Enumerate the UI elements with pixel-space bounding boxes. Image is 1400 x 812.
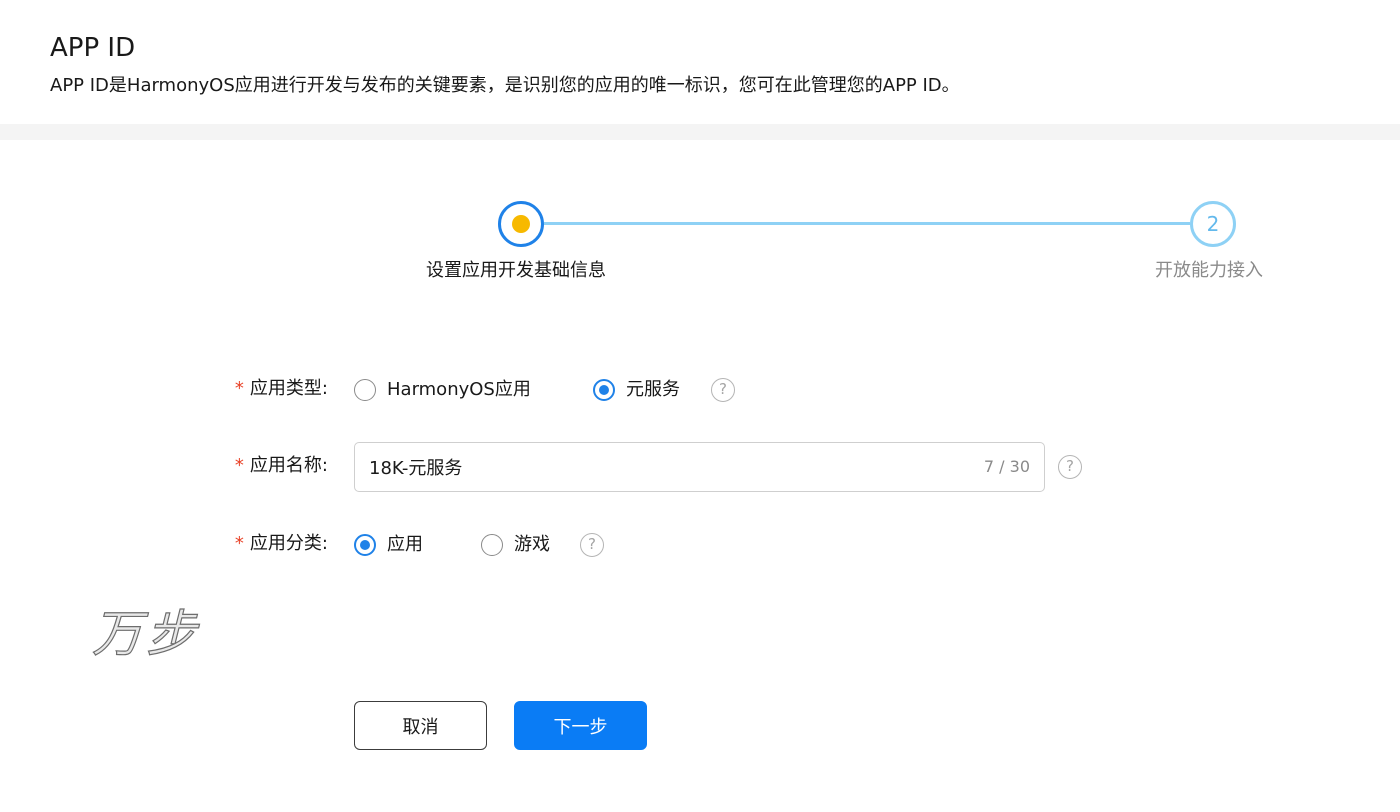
radio-circle <box>354 534 376 556</box>
app-type-help-icon[interactable]: ? <box>711 378 735 402</box>
step-connector-line <box>544 222 1190 225</box>
app-type-label-text: 应用类型: <box>249 378 328 399</box>
step-1-label: 设置应用开发基础信息 <box>426 260 606 281</box>
app-name-char-count: 7 / 30 <box>983 457 1030 476</box>
step-2-label: 开放能力接入 <box>1155 260 1263 281</box>
page-description: APP ID是HarmonyOS应用进行开发与发布的关键要素，是识别您的应用的唯… <box>50 75 960 96</box>
app-category-radio-game[interactable]: 游戏 <box>481 533 550 557</box>
app-category-option-app: 应用 <box>387 534 423 555</box>
cancel-button[interactable]: 取消 <box>354 701 487 750</box>
app-category-option-game: 游戏 <box>514 534 550 555</box>
next-step-button[interactable]: 下一步 <box>514 701 647 750</box>
app-name-input[interactable] <box>369 443 969 491</box>
step-2-indicator: 2 <box>1190 201 1236 247</box>
required-mark: * <box>234 533 244 554</box>
app-name-help-icon[interactable]: ? <box>1058 455 1082 479</box>
page-title: APP ID <box>50 33 136 63</box>
app-name-label-text: 应用名称: <box>249 455 328 476</box>
app-type-radio-harmonyos[interactable]: HarmonyOS应用 <box>354 378 531 402</box>
app-category-help-icon[interactable]: ? <box>580 533 604 557</box>
app-name-input-box[interactable]: 7 / 30 <box>354 442 1045 492</box>
app-category-label-text: 应用分类: <box>249 533 328 554</box>
step-1-active-dot <box>512 215 530 233</box>
watermark-text: 万步 <box>91 604 200 663</box>
app-type-option-harmonyos: HarmonyOS应用 <box>387 379 531 400</box>
app-category-label: * 应用分类: <box>235 532 328 556</box>
radio-circle <box>593 379 615 401</box>
app-category-radio-app[interactable]: 应用 <box>354 533 423 557</box>
app-category-row: * 应用分类: 应用 游戏 ? <box>0 520 1400 570</box>
app-type-option-atomic-service: 元服务 <box>626 379 680 400</box>
app-type-radio-atomic-service[interactable]: 元服务 <box>593 378 680 402</box>
app-id-page: APP ID APP ID是HarmonyOS应用进行开发与发布的关键要素，是识… <box>0 0 1400 812</box>
step-1-indicator <box>498 201 544 247</box>
required-mark: * <box>234 455 244 476</box>
required-mark: * <box>234 378 244 399</box>
app-type-label: * 应用类型: <box>235 377 328 401</box>
app-type-row: * 应用类型: HarmonyOS应用 元服务 ? <box>0 365 1400 415</box>
section-divider <box>0 124 1400 140</box>
page-header: APP ID APP ID是HarmonyOS应用进行开发与发布的关键要素，是识… <box>0 0 1400 124</box>
radio-circle <box>481 534 503 556</box>
radio-circle <box>354 379 376 401</box>
app-name-label: * 应用名称: <box>235 454 328 478</box>
app-name-row: *应用名称: 7 / 30 ? <box>0 442 1400 492</box>
